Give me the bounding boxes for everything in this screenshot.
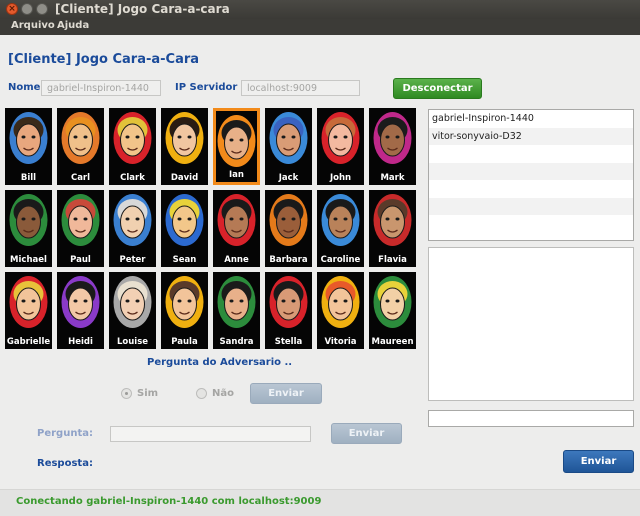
character-card[interactable]: Sandra <box>213 272 260 349</box>
list-item[interactable] <box>429 215 633 233</box>
character-name: Paula <box>171 337 198 347</box>
character-card[interactable]: Peter <box>109 190 156 267</box>
status-text: Conectando gabriel-Inspiron-1440 com loc… <box>16 496 322 507</box>
character-name: Louise <box>116 337 149 347</box>
yes-label: Sim <box>137 388 159 399</box>
character-name: Maureen <box>371 337 414 347</box>
list-item[interactable] <box>429 180 633 198</box>
character-name: Caroline <box>320 255 361 265</box>
page-title: [Cliente] Jogo Cara-a-Cara <box>8 52 200 67</box>
disconnect-button[interactable]: Desconectar <box>393 78 482 99</box>
minimize-window-icon[interactable] <box>21 3 33 15</box>
yes-radio[interactable] <box>121 388 132 399</box>
character-card[interactable]: Clark <box>109 108 156 185</box>
question-input[interactable] <box>110 426 311 442</box>
character-name: Gabrielle <box>6 337 51 347</box>
window-title: [Cliente] Jogo Cara-a-cara <box>55 2 230 16</box>
character-name: Barbara <box>269 255 308 265</box>
character-name: Ian <box>229 170 244 180</box>
character-card[interactable]: Sean <box>161 190 208 267</box>
character-card[interactable]: Caroline <box>317 190 364 267</box>
character-name: Heidi <box>68 337 93 347</box>
character-card[interactable]: Paul <box>57 190 104 267</box>
no-label: Não <box>212 388 234 399</box>
close-window-icon[interactable]: × <box>6 3 18 15</box>
chat-area[interactable] <box>428 247 634 401</box>
question-label: Pergunta: <box>37 428 93 439</box>
list-item[interactable]: gabriel-Inspiron-1440 <box>429 110 633 128</box>
chat-input[interactable] <box>428 410 634 427</box>
character-card[interactable]: Gabrielle <box>5 272 52 349</box>
list-item[interactable]: vitor-sonyvaio-D32 <box>429 127 633 145</box>
character-card[interactable]: Louise <box>109 272 156 349</box>
character-card[interactable]: John <box>317 108 364 185</box>
character-card[interactable]: Maureen <box>369 272 416 349</box>
character-name: Mark <box>380 173 405 183</box>
character-card[interactable]: Vitoria <box>317 272 364 349</box>
list-item[interactable] <box>429 197 633 215</box>
character-name: Jack <box>278 173 299 183</box>
character-name: Peter <box>119 255 146 265</box>
main-panel: [Cliente] Jogo Cara-a-Cara Nome gabriel-… <box>0 35 640 516</box>
opponent-question-title: Pergunta do Adversario .. <box>147 357 293 368</box>
character-name: Flavia <box>378 255 407 265</box>
menu-arquivo[interactable]: Arquivo <box>11 20 55 31</box>
server-field[interactable]: localhost:9009 <box>241 80 360 96</box>
character-card[interactable]: Ian <box>213 108 260 185</box>
character-card[interactable]: Stella <box>265 272 312 349</box>
name-label: Nome <box>8 82 41 93</box>
character-name: Clark <box>120 173 145 183</box>
answer-label: Resposta: <box>37 458 93 469</box>
character-name: David <box>170 173 199 183</box>
character-card[interactable]: Jack <box>265 108 312 185</box>
character-card[interactable]: David <box>161 108 208 185</box>
menu-ajuda[interactable]: Ajuda <box>57 20 89 31</box>
character-name: Michael <box>10 255 47 265</box>
character-name: Anne <box>224 255 249 265</box>
character-name: Stella <box>274 337 303 347</box>
maximize-window-icon[interactable] <box>36 3 48 15</box>
send-question-button[interactable]: Enviar <box>331 423 402 444</box>
character-card[interactable]: Michael <box>5 190 52 267</box>
title-bar: × [Cliente] Jogo Cara-a-cara <box>0 0 640 19</box>
character-name: Paul <box>70 255 91 265</box>
character-name: Carl <box>70 173 91 183</box>
list-item[interactable] <box>429 145 633 163</box>
character-card[interactable]: Anne <box>213 190 260 267</box>
name-field[interactable]: gabriel-Inspiron-1440 <box>41 80 161 96</box>
character-card[interactable]: Paula <box>161 272 208 349</box>
character-name: Sean <box>172 255 197 265</box>
character-name: Vitoria <box>324 337 357 347</box>
character-card[interactable]: Carl <box>57 108 104 185</box>
list-item[interactable] <box>429 162 633 180</box>
server-label: IP Servidor <box>175 82 238 93</box>
players-list[interactable]: gabriel-Inspiron-1440 vitor-sonyvaio-D32 <box>428 109 634 241</box>
character-name: Bill <box>20 173 37 183</box>
character-card[interactable]: Flavia <box>369 190 416 267</box>
send-answer-button[interactable]: Enviar <box>250 383 322 404</box>
character-card[interactable]: Bill <box>5 108 52 185</box>
character-name: John <box>329 173 352 183</box>
character-name: Sandra <box>219 337 254 347</box>
no-radio[interactable] <box>196 388 207 399</box>
status-bar: Conectando gabriel-Inspiron-1440 com loc… <box>0 489 640 516</box>
menu-bar: Arquivo Ajuda <box>0 19 640 35</box>
chat-send-button[interactable]: Enviar <box>563 450 634 473</box>
character-card[interactable]: Barbara <box>265 190 312 267</box>
character-card[interactable]: Mark <box>369 108 416 185</box>
character-card[interactable]: Heidi <box>57 272 104 349</box>
